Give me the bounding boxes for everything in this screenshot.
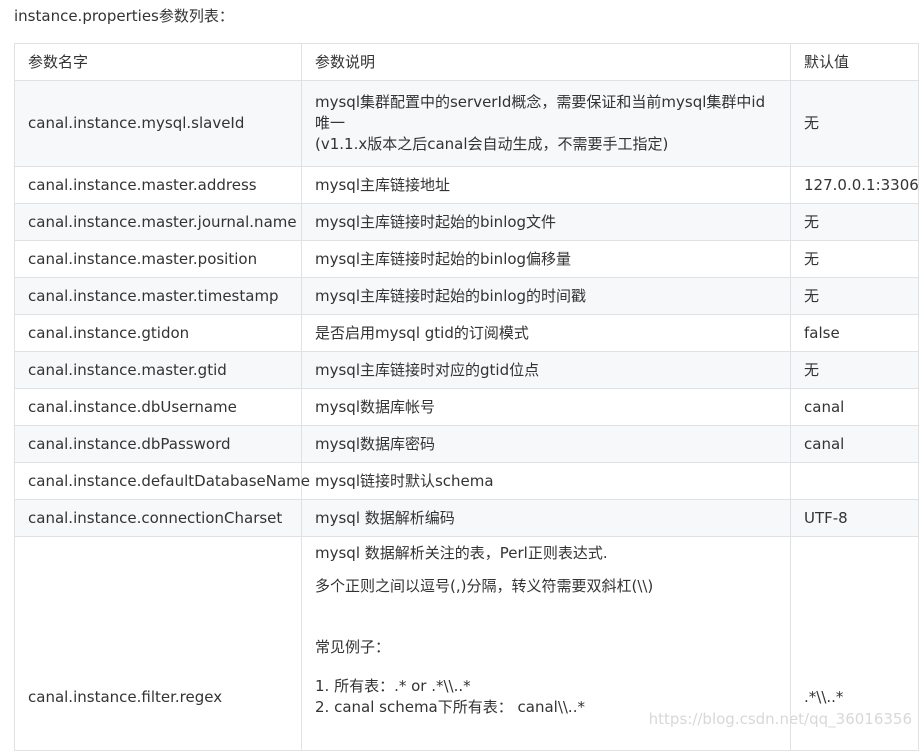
param-name-cell: canal.instance.master.journal.name xyxy=(14,203,302,241)
table-row: canal.instance.master.timestamp mysql主库链… xyxy=(14,277,919,315)
default-value-cell: UTF-8 xyxy=(790,499,919,537)
parameters-table: 参数名字 参数说明 默认值 canal.instance.mysql.slave… xyxy=(14,43,919,751)
table-row: canal.instance.defaultDatabaseName mysql… xyxy=(14,462,919,500)
table-row: canal.instance.dbPassword mysql数据库密码 can… xyxy=(14,425,919,463)
param-desc-cell: mysql主库链接时对应的gtid位点 xyxy=(301,351,791,389)
param-desc-cell: mysql 数据解析编码 xyxy=(301,499,791,537)
table-row: canal.instance.dbUsername mysql数据库帐号 can… xyxy=(14,388,919,426)
param-name-cell: canal.instance.filter.regex xyxy=(14,536,302,751)
default-value-cell: canal xyxy=(790,388,919,426)
param-name-cell: canal.instance.dbUsername xyxy=(14,388,302,426)
param-desc-cell: mysql主库链接时起始的binlog偏移量 xyxy=(301,240,791,278)
param-desc-cell: mysql主库链接地址 xyxy=(301,166,791,204)
default-value-cell: 无 xyxy=(790,351,919,389)
param-name-cell: canal.instance.dbPassword xyxy=(14,425,302,463)
default-value-cell xyxy=(790,462,919,500)
desc-line: 1. 所有表：.* or .*\\..* xyxy=(315,677,471,695)
default-value-cell: false xyxy=(790,314,919,352)
table-row: canal.instance.master.journal.name mysql… xyxy=(14,203,919,241)
param-desc-cell: 是否启用mysql gtid的订阅模式 xyxy=(301,314,791,352)
default-value-cell: 无 xyxy=(790,277,919,315)
param-desc-cell: mysql主库链接时起始的binlog文件 xyxy=(301,203,791,241)
desc-line: 多个正则之间以逗号(,)分隔，转义符需要双斜杠(\\) xyxy=(315,577,654,595)
default-value-cell: 127.0.0.1:3306 xyxy=(790,166,919,204)
table-row: canal.instance.master.gtid mysql主库链接时对应的… xyxy=(14,351,919,389)
default-value-cell: 无 xyxy=(790,240,919,278)
table-row: canal.instance.mysql.slaveId mysql集群配置中的… xyxy=(14,80,919,167)
default-value-cell: canal xyxy=(790,425,919,463)
param-name-cell: canal.instance.gtidon xyxy=(14,314,302,352)
param-desc-cell: mysql集群配置中的serverId概念，需要保证和当前mysql集群中id … xyxy=(301,80,791,167)
param-desc-cell: mysql数据库帐号 xyxy=(301,388,791,426)
desc-line: 常见例子： xyxy=(315,638,391,656)
table-row: canal.instance.master.position mysql主库链接… xyxy=(14,240,919,278)
param-name-cell: canal.instance.master.gtid xyxy=(14,351,302,389)
desc-line: mysql集群配置中的serverId概念，需要保证和当前mysql集群中id xyxy=(315,93,766,111)
param-name-cell: canal.instance.defaultDatabaseName xyxy=(14,462,310,500)
header-param-desc: 参数说明 xyxy=(301,43,791,81)
desc-line: 唯一 xyxy=(315,114,346,132)
desc-line: mysql 数据解析关注的表，Perl正则表达式. xyxy=(315,544,608,562)
param-desc-cell: mysql链接时默认schema xyxy=(301,462,791,500)
watermark: https://blog.csdn.net/qq_36016356 xyxy=(648,710,912,728)
param-desc-cell: mysql数据库密码 xyxy=(301,425,791,463)
intro-text: instance.properties参数列表： xyxy=(14,7,234,25)
param-name-cell: canal.instance.master.position xyxy=(14,240,302,278)
param-name-cell: canal.instance.connectionCharset xyxy=(14,499,302,537)
table-row: canal.instance.master.address mysql主库链接地… xyxy=(14,166,919,204)
param-name-cell: canal.instance.master.address xyxy=(14,166,302,204)
header-default-value: 默认值 xyxy=(790,43,919,81)
default-value-cell: 无 xyxy=(790,203,919,241)
param-desc-cell: mysql主库链接时起始的binlog的时间戳 xyxy=(301,277,791,315)
table-row: canal.instance.connectionCharset mysql 数… xyxy=(14,499,919,537)
param-name-cell: canal.instance.master.timestamp xyxy=(14,277,302,315)
desc-line: (v1.1.x版本之后canal会自动生成，不需要手工指定) xyxy=(315,135,669,153)
table-header-row: 参数名字 参数说明 默认值 xyxy=(14,43,919,81)
default-value-cell: 无 xyxy=(790,80,919,167)
header-param-name: 参数名字 xyxy=(14,43,302,81)
table-row: canal.instance.gtidon 是否启用mysql gtid的订阅模… xyxy=(14,314,919,352)
param-name-cell: canal.instance.mysql.slaveId xyxy=(14,80,302,167)
